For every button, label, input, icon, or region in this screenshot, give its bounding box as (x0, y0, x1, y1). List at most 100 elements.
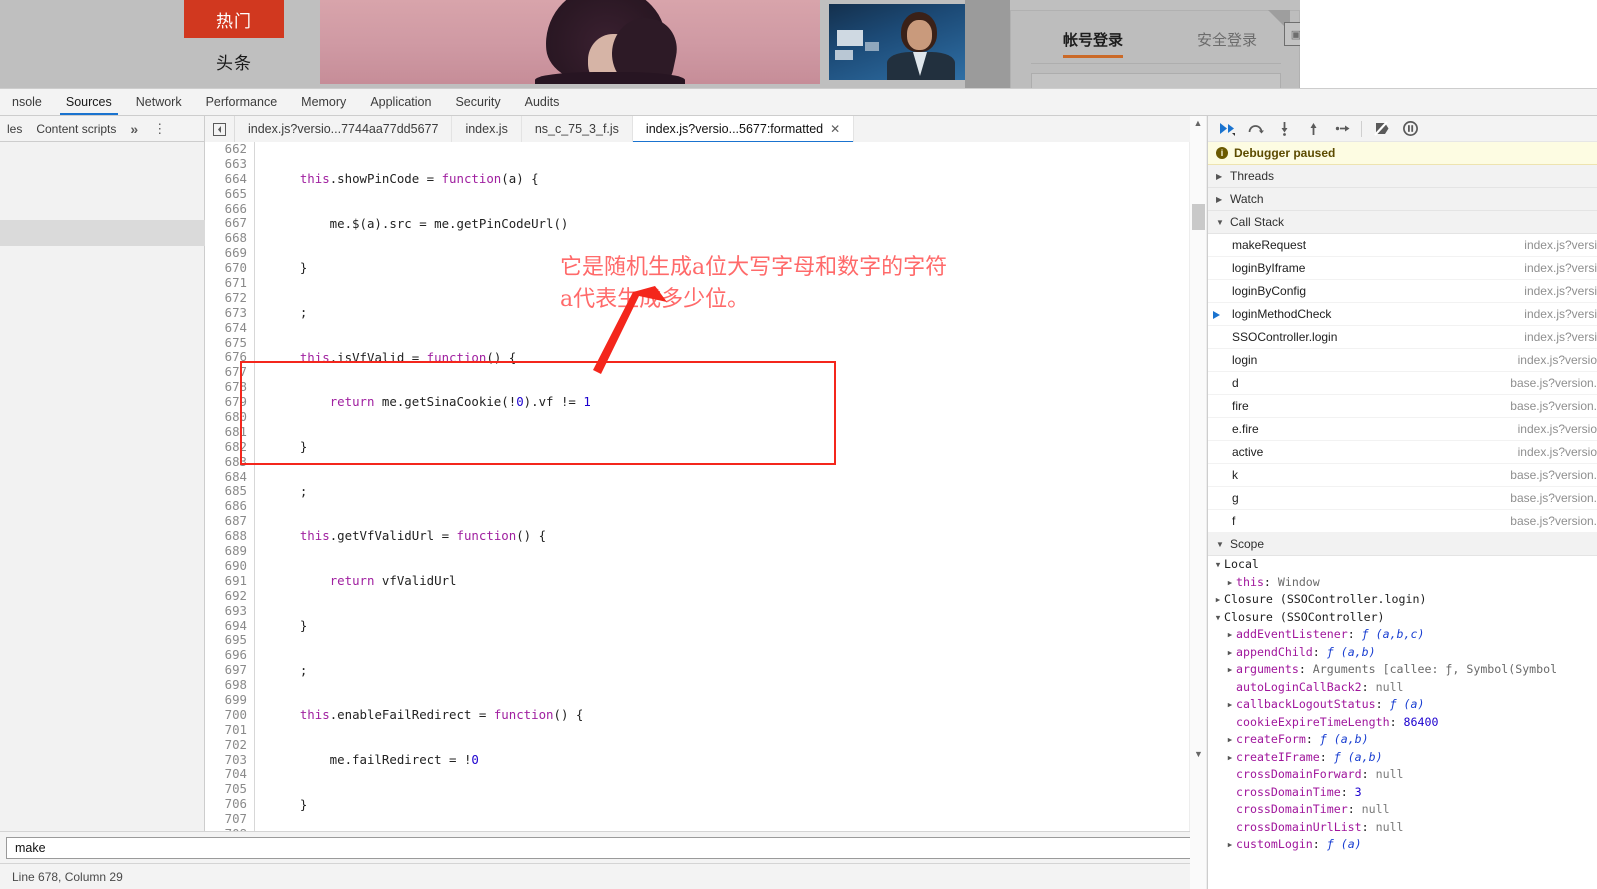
line-number: 687 (224, 513, 247, 529)
headline-label[interactable]: 头条 (184, 48, 284, 74)
scope-prop-arguments[interactable]: ▶ arguments : Arguments [callee: ƒ, Symb… (1208, 661, 1597, 679)
source-editor[interactable]: 662 663 664 665 666 667 668 669 670 671 … (205, 142, 1207, 889)
info-icon: i (1216, 147, 1228, 159)
step-icon[interactable] (1328, 117, 1356, 141)
debugger-toolbar (1208, 116, 1597, 142)
sidebar-scrollbar[interactable]: ▲ ▼ (1190, 116, 1207, 889)
step-out-icon[interactable] (1299, 117, 1327, 141)
chevron-down-icon: ▼ (1216, 217, 1224, 227)
editor-tab-ns-c-75-3-f-js[interactable]: ns_c_75_3_f.js (522, 116, 633, 142)
scope-prop-createiframe[interactable]: ▶ createIFrame : ƒ (a,b) (1208, 749, 1597, 767)
sidebar-scroll-up-icon[interactable]: ▲ (1190, 116, 1206, 128)
separator: : (1361, 679, 1376, 694)
separator: : (1263, 574, 1278, 589)
editor-tab-index-formatted[interactable]: index.js?versio...5677:formatted ✕ (632, 116, 855, 143)
double-chevron-right-icon[interactable]: » (123, 121, 145, 137)
call-stack-row[interactable]: k base.js?version. (1208, 464, 1597, 487)
scope-group-local[interactable]: ▼ Local (1208, 556, 1597, 574)
scope-group-closure-ssocontroller[interactable]: ▼ Closure (SSOController) (1208, 609, 1597, 627)
photo-b-face (907, 20, 932, 50)
call-stack-row[interactable]: makeRequest index.js?versi (1208, 234, 1597, 257)
call-stack-row[interactable]: d base.js?version. (1208, 372, 1597, 395)
call-stack-row[interactable]: active index.js?versio (1208, 441, 1597, 464)
login-username-input[interactable] (1031, 73, 1281, 88)
section-label: Scope (1230, 537, 1265, 551)
call-stack-function: f (1232, 514, 1236, 528)
deactivate-breakpoints-icon[interactable] (1367, 117, 1395, 141)
kebab-menu-icon[interactable]: ⋮ (145, 121, 174, 137)
section-scope[interactable]: ▼ Scope (1208, 533, 1597, 556)
navigator-file-tree[interactable] (0, 142, 205, 889)
editor-tab-index-hashed[interactable]: index.js?versio...7744aa77dd5677 (235, 116, 453, 142)
call-stack-row[interactable]: e.fire index.js?versio (1208, 418, 1597, 441)
code-scroll-region[interactable]: 662 663 664 665 666 667 668 669 670 671 … (205, 142, 1189, 847)
scope-prop-crossdomainforward[interactable]: crossDomainForward : null (1208, 766, 1597, 784)
tab-application[interactable]: Application (358, 89, 443, 115)
scope-prop-cookieexpiretimelength[interactable]: cookieExpireTimeLength : 86400 (1208, 714, 1597, 732)
call-stack-row[interactable]: loginByConfig index.js?versi (1208, 280, 1597, 303)
code-line: } (270, 617, 308, 633)
search-input-wrapper[interactable]: 24 matches (6, 836, 1383, 859)
tab-network[interactable]: Network (124, 89, 194, 115)
news-photo-primary[interactable] (320, 0, 820, 84)
code-lines[interactable]: this.showPinCode = function(a) { me.$(a)… (256, 142, 1189, 847)
news-photo-secondary[interactable] (829, 4, 965, 80)
resume-icon[interactable] (1212, 117, 1240, 141)
show-navigator-icon[interactable] (205, 116, 235, 142)
tab-security[interactable]: Security (443, 89, 512, 115)
scope-prop-crossdomaintime[interactable]: crossDomainTime : 3 (1208, 784, 1597, 802)
section-threads[interactable]: ▶ Threads (1208, 165, 1597, 188)
code-line: } (270, 439, 308, 455)
sidebar-scroll-down-icon[interactable]: ▼ (1190, 749, 1207, 759)
call-stack-row-current[interactable]: loginMethodCheck index.js?versi (1208, 303, 1597, 326)
navigator-tab-content-scripts[interactable]: Content scripts (29, 122, 123, 136)
call-stack-function: SSOController.login (1232, 330, 1338, 344)
call-stack-function: e.fire (1232, 422, 1259, 436)
call-stack-function: d (1232, 376, 1239, 390)
pause-icon[interactable] (1396, 117, 1424, 141)
property-name: customLogin (1236, 837, 1313, 851)
property-value: ƒ (a) (1326, 837, 1362, 851)
navigator-selected-row[interactable] (0, 220, 205, 246)
scope-prop-crossdomainurllist[interactable]: crossDomainUrlList : null (1208, 819, 1597, 837)
scope-prop-createform[interactable]: ▶ createForm : ƒ (a,b) (1208, 731, 1597, 749)
sidebar-scrollbar-thumb[interactable] (1192, 204, 1205, 230)
scope-prop-crossdomaintimer[interactable]: crossDomainTimer : null (1208, 801, 1597, 819)
scope-prop-addeventlistener[interactable]: ▶ addEventListener : ƒ (a,b,c) (1208, 626, 1597, 644)
step-into-icon[interactable] (1270, 117, 1298, 141)
scope-group-closure-login[interactable]: ▶ Closure (SSOController.login) (1208, 591, 1597, 609)
call-stack-row[interactable]: g base.js?version. (1208, 487, 1597, 510)
scope-prop-this[interactable]: ▶ this : Window (1208, 574, 1597, 592)
section-watch[interactable]: ▶ Watch (1208, 188, 1597, 211)
scope-prop-callbacklogoutstatus[interactable]: ▶ callbackLogoutStatus : ƒ (a) (1208, 696, 1597, 714)
page-right-blank (1300, 0, 1597, 88)
login-tab-secure[interactable]: 安全登录 (1197, 29, 1257, 58)
tab-console[interactable]: nsole (0, 89, 54, 115)
scope-prop-customlogin[interactable]: ▶ customLogin : ƒ (a) (1208, 836, 1597, 854)
hot-tag[interactable]: 热门 (184, 0, 284, 38)
tab-sources[interactable]: Sources (54, 89, 124, 115)
login-tab-account[interactable]: 帐号登录 (1063, 29, 1124, 58)
call-stack-function: loginByConfig (1232, 284, 1307, 298)
line-number: 682 (224, 438, 247, 454)
current-frame-arrow-icon (1213, 311, 1220, 319)
annotation-arrow-icon (593, 286, 667, 374)
navigator-tab-sources[interactable]: les (0, 122, 29, 136)
section-call-stack[interactable]: ▼ Call Stack (1208, 211, 1597, 234)
call-stack-row[interactable]: loginByIframe index.js?versi (1208, 257, 1597, 280)
tab-performance[interactable]: Performance (194, 89, 290, 115)
call-stack-row[interactable]: login index.js?versio (1208, 349, 1597, 372)
close-icon[interactable]: ✕ (830, 122, 840, 136)
scope-prop-appendchild[interactable]: ▶ appendChild : ƒ (a,b) (1208, 644, 1597, 662)
tab-audits[interactable]: Audits (513, 89, 572, 115)
call-stack-row[interactable]: f base.js?version. (1208, 510, 1597, 533)
scope-prop-autologincallback2[interactable]: autoLoginCallBack2 : null (1208, 679, 1597, 697)
tab-memory[interactable]: Memory (289, 89, 358, 115)
annotation-line-1: 它是随机生成a位大写字母和数字的字符 (560, 255, 948, 280)
editor-tab-index-js[interactable]: index.js (452, 116, 522, 142)
step-over-icon[interactable] (1241, 117, 1269, 141)
separator: : (1312, 837, 1327, 851)
search-input[interactable] (13, 839, 1308, 856)
call-stack-row[interactable]: fire base.js?version. (1208, 395, 1597, 418)
call-stack-row[interactable]: SSOController.login index.js?versi (1208, 326, 1597, 349)
